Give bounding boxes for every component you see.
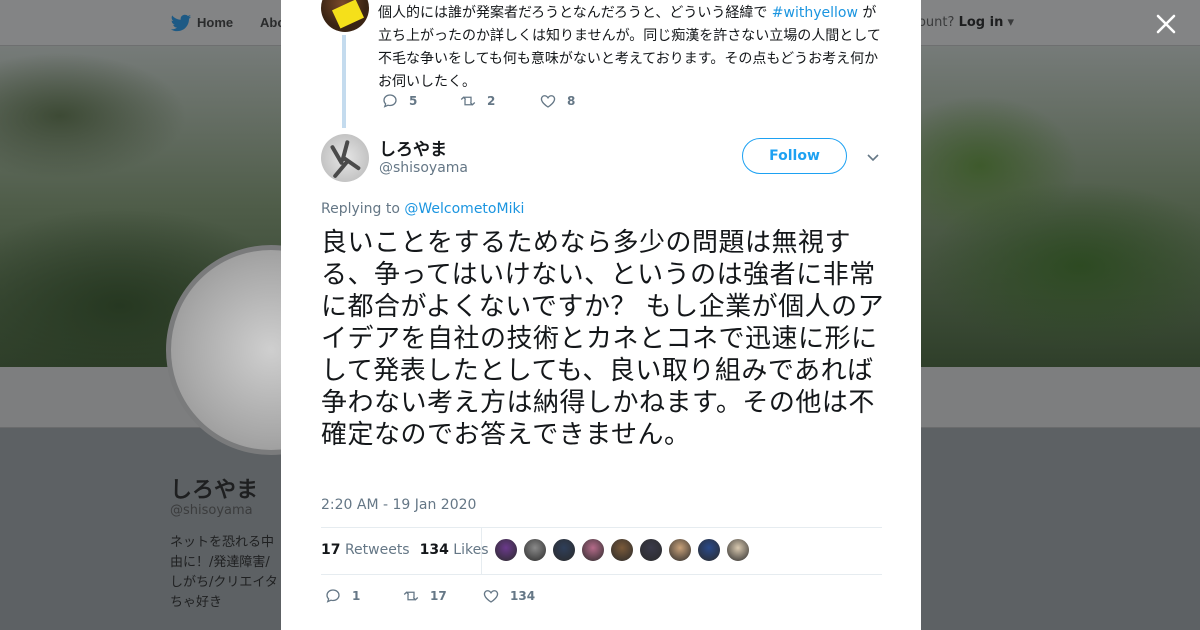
replying-to-prefix: Replying to <box>321 201 400 217</box>
mention-link[interactable]: @WelcometoMiki <box>404 201 524 217</box>
follow-button[interactable]: Follow <box>742 138 847 174</box>
reply-count: 5 <box>409 94 418 108</box>
likes-stat-label: Likes <box>453 542 489 558</box>
tweet-timestamp[interactable]: 2:20 AM - 19 Jan 2020 <box>321 497 476 513</box>
stats-separator <box>481 528 482 574</box>
tweet-text: 良いことをするためなら多少の問題は無視する、争ってはいけない、というのは強者に非… <box>321 228 885 450</box>
author-handle[interactable]: @shisoyama <box>379 160 468 176</box>
heart-icon <box>483 590 499 603</box>
retweet-button[interactable]: 17 <box>402 587 447 605</box>
likes-stat-count: 134 <box>419 542 449 558</box>
author-avatar[interactable] <box>321 134 369 182</box>
stats-top-divider <box>321 527 882 528</box>
previous-tweet-text: 個人的には誰が発案者だろうとなんだろうと、どういう経緯で #withyellow… <box>378 2 883 94</box>
bio-line: 由に！/発達障害/ <box>170 555 270 570</box>
liker-avatar[interactable] <box>697 538 721 562</box>
like-button[interactable]: 134 <box>482 587 535 605</box>
twitter-bird-icon[interactable] <box>170 12 192 34</box>
profile-bio: ネットを恐れる中 由に！/発達障害/ しがち/クリエイタ ちゃ好き <box>170 533 290 613</box>
liker-avatar[interactable] <box>552 538 576 562</box>
liker-avatar[interactable] <box>610 538 634 562</box>
previous-tweet-avatar[interactable] <box>321 0 369 32</box>
profile-handle: @shisoyama <box>170 503 253 518</box>
retweet-count: 2 <box>487 94 496 108</box>
bio-line: ちゃ好き <box>170 595 223 610</box>
hashtag-link[interactable]: #withyellow <box>772 5 858 21</box>
reply-icon <box>326 589 340 603</box>
previous-tweet-text-before: 個人的には誰が発案者だろうとなんだろうと、どういう経緯で <box>378 5 768 21</box>
like-count: 8 <box>567 94 576 108</box>
retweet-count: 17 <box>430 589 447 603</box>
profile-name: しろやま <box>170 478 259 503</box>
liker-avatar[interactable] <box>523 538 547 562</box>
liker-avatar[interactable] <box>494 538 518 562</box>
like-count: 134 <box>510 589 536 603</box>
liker-avatars <box>494 538 750 562</box>
likes-stat[interactable]: 134 Likes <box>420 542 489 558</box>
bio-line: ネットを恐れる中 <box>170 535 275 550</box>
reply-icon <box>383 94 397 108</box>
reply-button[interactable]: 1 <box>324 587 360 605</box>
author-name[interactable]: しろやま <box>379 135 447 160</box>
tweet-stats: 17 Retweets 134 Likes <box>321 542 489 558</box>
login-link[interactable]: Log in <box>959 15 1004 30</box>
reply-button[interactable]: 5 <box>381 92 417 110</box>
bio-line: しがち/クリエイタ <box>170 575 278 590</box>
thread-connector-line <box>342 35 346 128</box>
nav-home-link[interactable]: Home <box>197 15 233 30</box>
like-button[interactable]: 8 <box>539 92 575 110</box>
chevron-down-icon: ▾ <box>1007 15 1014 30</box>
retweet-icon <box>403 591 419 601</box>
chevron-down-icon[interactable] <box>866 150 880 164</box>
retweets-stat-label: Retweets <box>344 542 410 558</box>
stats-bottom-divider <box>321 574 882 575</box>
heart-icon <box>540 95 556 108</box>
liker-avatar[interactable] <box>581 538 605 562</box>
reply-count: 1 <box>352 589 361 603</box>
retweet-icon <box>460 96 476 106</box>
close-icon[interactable] <box>1154 12 1178 36</box>
liker-avatar[interactable] <box>668 538 692 562</box>
liker-avatar[interactable] <box>639 538 663 562</box>
replying-to-line: Replying to @WelcometoMiki <box>321 201 524 217</box>
tweet-modal: 個人的には誰が発案者だろうとなんだろうと、どういう経緯で #withyellow… <box>281 0 921 630</box>
liker-avatar[interactable] <box>726 538 750 562</box>
retweet-button[interactable]: 2 <box>459 92 495 110</box>
retweets-stat-count: 17 <box>321 542 341 558</box>
avatar-yellow-tag-shape <box>331 0 365 29</box>
retweets-stat[interactable]: 17 Retweets <box>321 542 410 558</box>
